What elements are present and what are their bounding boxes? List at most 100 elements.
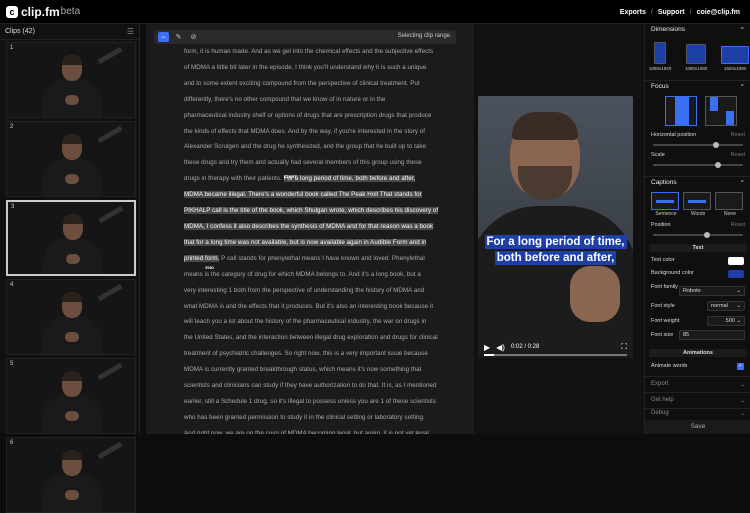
- highlighted-text: that for a long time was not available, …: [184, 238, 427, 246]
- debug-link[interactable]: Debug ⌄: [651, 410, 745, 417]
- clip-number: 2: [10, 124, 14, 130]
- clips-title: Clips (42): [5, 28, 35, 35]
- clip-thumbnail[interactable]: 6: [6, 437, 136, 513]
- clip-number: 1: [10, 45, 14, 51]
- beta-badge: beta: [60, 6, 81, 17]
- user-menu[interactable]: coie@clip.fm: [697, 9, 740, 16]
- compass-icon[interactable]: ⊘: [188, 32, 199, 42]
- square-shape: [686, 44, 707, 64]
- scale-reset-button[interactable]: Reset: [731, 152, 745, 158]
- video-player[interactable]: For a long period of time, both before a…: [478, 96, 633, 358]
- transcript-line: scientists and clinicians can study if t…: [184, 382, 437, 390]
- clips-panel: Clips (42) ☰ 1 2 3 4 5 6: [0, 24, 140, 513]
- font-weight-select[interactable]: 500 ⌄: [707, 316, 745, 326]
- font-style-select[interactable]: normal ⌄: [707, 301, 745, 311]
- focus-option-2[interactable]: [705, 96, 737, 126]
- transcript-line: PIKHALP call is the title of the book, w…: [184, 203, 452, 219]
- transcript-line: the kinds of effects that MDMA does. And…: [184, 127, 425, 135]
- portrait-shape: [654, 42, 667, 64]
- transcript-line: earlier, still a Schedule 1 drug, so it'…: [184, 397, 436, 405]
- clip-thumbnail[interactable]: 3: [6, 200, 136, 276]
- chevron-down-icon: ⌄: [736, 303, 741, 309]
- chevron-up-icon[interactable]: ⌃: [740, 26, 745, 34]
- dimension-option-portrait[interactable]: 1080x1920: [649, 38, 671, 71]
- animate-words-checkbox[interactable]: ✓: [737, 363, 744, 370]
- clip-thumbnail[interactable]: 2: [6, 121, 136, 197]
- chevron-up-icon[interactable]: ⌃: [740, 83, 745, 91]
- dimension-option-landscape[interactable]: 1920x1080: [721, 38, 749, 71]
- speaker-thumbnail: [37, 130, 107, 196]
- edit-icon[interactable]: ✎: [173, 32, 184, 42]
- video-progress[interactable]: [484, 354, 627, 356]
- caption-line-2: both before and after,: [494, 251, 617, 265]
- video-time: 0:02 / 0:28: [510, 344, 540, 350]
- nav-separator: /: [650, 8, 653, 16]
- chevron-down-icon: ⌄: [739, 411, 745, 417]
- scale-slider[interactable]: [653, 162, 743, 168]
- transcript-line: drugs in therapy with their patients. ST…: [184, 174, 416, 183]
- logo[interactable]: c clip.fm beta: [6, 5, 80, 19]
- dimension-options: 1080x1920 1080x1080 1920x1080: [649, 38, 749, 71]
- text-color-swatch[interactable]: [728, 257, 744, 265]
- top-bar: c clip.fm beta Exports / Support / coie@…: [0, 0, 750, 24]
- app-name: clip.fm: [21, 4, 60, 19]
- transcript-line: means is the category of drug for which …: [184, 270, 421, 278]
- chevron-up-icon[interactable]: ⌃: [740, 179, 745, 187]
- dimension-option-square[interactable]: 1080x1080: [685, 38, 707, 71]
- chevron-down-icon: ⌄: [736, 288, 741, 294]
- caption-option-words[interactable]: Words: [683, 192, 713, 222]
- video-preview-panel: For a long period of time, both before a…: [474, 24, 644, 434]
- animate-words-row: Animate words: [651, 363, 688, 369]
- nav-separator: /: [689, 8, 692, 16]
- caption-option-none[interactable]: None: [715, 192, 745, 222]
- speaker-thumbnail: [37, 446, 107, 512]
- list-icon[interactable]: ☰: [127, 27, 134, 36]
- support-link[interactable]: Support: [658, 9, 685, 16]
- play-icon[interactable]: ▶: [484, 343, 490, 352]
- chevron-down-icon: ⌄: [736, 318, 741, 324]
- horizontal-position-slider[interactable]: [653, 142, 743, 148]
- export-link[interactable]: Export ⌄: [651, 381, 745, 388]
- transcript-line: the United States, and the interaction b…: [184, 334, 438, 342]
- transcript-line: printed form. END P call stands for pheny…: [184, 254, 425, 270]
- position-slider[interactable]: [653, 232, 743, 238]
- clip-number: 3: [11, 204, 15, 210]
- font-family-row: Font family: [651, 284, 678, 290]
- clip-number: 4: [10, 282, 14, 288]
- transcript-line: MDMA became illegal. There's a wonderful…: [184, 187, 452, 203]
- focus-option-1[interactable]: [665, 96, 697, 126]
- clips-header: Clips (42) ☰: [0, 24, 139, 40]
- focus-section: Focus ⌃: [645, 80, 750, 93]
- transcript-editor: ⇔ ✎ ⊘ Selecting clip range form, it is h…: [146, 24, 474, 434]
- get-help-section: [645, 392, 750, 393]
- caption-option-sentence[interactable]: Sentence: [651, 192, 681, 222]
- position-row: Position Reset: [651, 222, 745, 228]
- dimensions-title: Dimensions: [651, 26, 685, 33]
- chevron-down-icon: ⌄: [739, 382, 745, 388]
- clip-thumbnail[interactable]: 4: [6, 279, 136, 355]
- transcript-line: And right now, we are on the cusp of MDM…: [184, 429, 431, 434]
- mode-label: Selecting clip range: [397, 33, 450, 39]
- highlighted-text: PIKHALP call is the title of the book, w…: [184, 207, 439, 215]
- horizontal-reset-button[interactable]: Reset: [731, 132, 745, 138]
- position-reset-button[interactable]: Reset: [731, 222, 745, 228]
- clip-thumbnail[interactable]: 5: [6, 358, 136, 434]
- export-section: [645, 376, 750, 377]
- save-button[interactable]: Save: [645, 420, 750, 434]
- get-help-link[interactable]: Get help ⌄: [651, 397, 745, 404]
- volume-icon[interactable]: ◀): [496, 343, 505, 352]
- highlighted-text: MDMA became illegal. There's a wonderful…: [184, 191, 422, 199]
- font-family-select[interactable]: Roboto ⌄: [679, 286, 745, 296]
- speaker-thumbnail: [37, 51, 107, 117]
- select-range-icon[interactable]: ⇔: [158, 32, 169, 42]
- video-caption: For a long period of time, both before a…: [482, 234, 629, 266]
- transcript-line: of MDMA a little bit later in the episod…: [184, 63, 427, 71]
- fullscreen-icon[interactable]: ⛶: [621, 342, 627, 352]
- exports-link[interactable]: Exports: [620, 9, 646, 16]
- transcript-text[interactable]: form, it is human made. And as we get in…: [184, 44, 452, 434]
- font-size-input[interactable]: 85: [679, 330, 745, 340]
- speaker-thumbnail: [37, 367, 107, 433]
- background-color-swatch[interactable]: [728, 270, 744, 278]
- clip-thumbnail[interactable]: 1: [6, 42, 136, 118]
- settings-panel: Dimensions ⌃ 1080x1920 1080x1080 1920x108…: [644, 24, 750, 434]
